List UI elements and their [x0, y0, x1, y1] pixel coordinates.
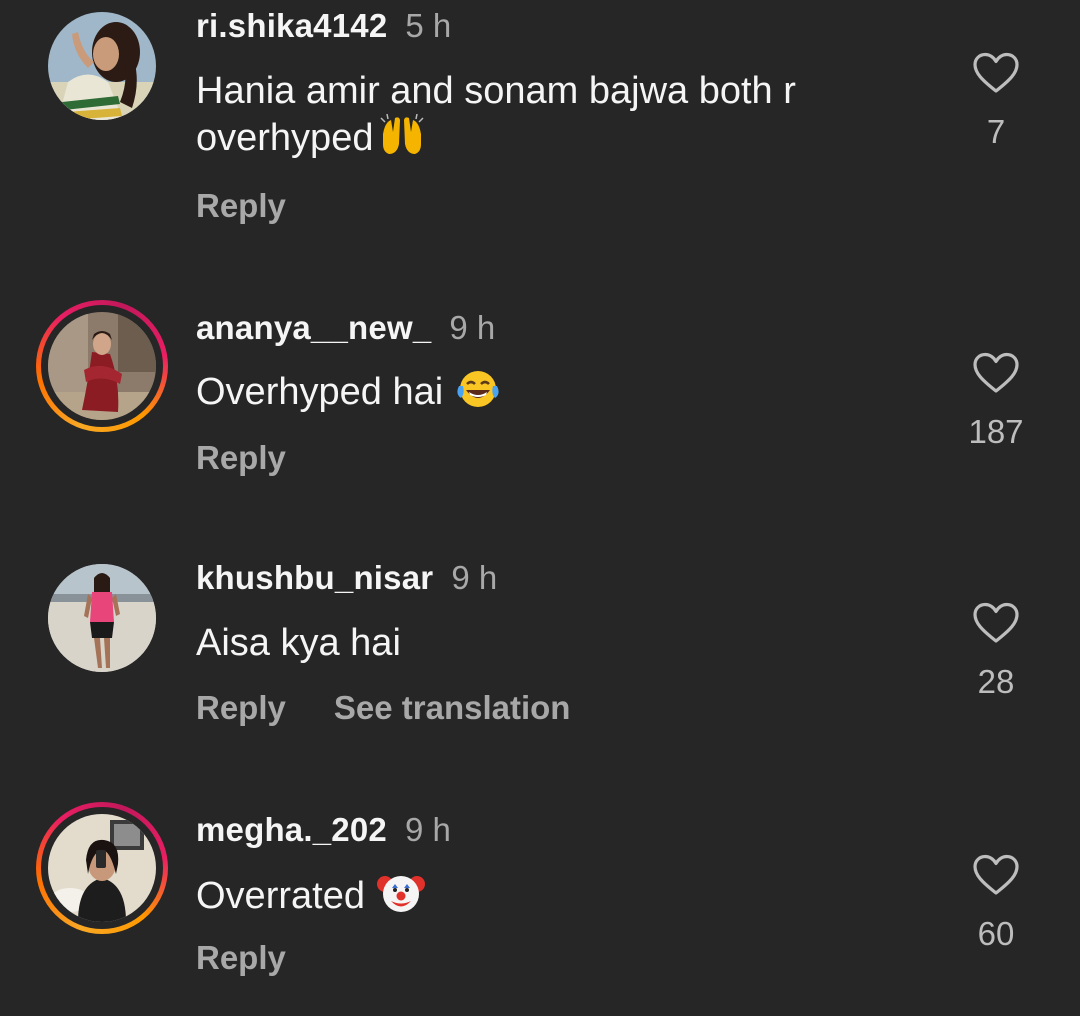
comment-body: Overhyped hai: [196, 371, 444, 413]
avatar[interactable]: [48, 564, 156, 672]
avatar-photo: [48, 564, 156, 672]
heart-outline-icon: [973, 854, 1019, 895]
avatar[interactable]: [36, 802, 168, 934]
heart-outline-icon: [973, 352, 1019, 393]
comment-text: Overrated: [196, 870, 916, 925]
comment-actions: Reply See translation: [196, 688, 570, 728]
heart-outline-icon: [973, 602, 1019, 643]
comment-body: Aisa kya hai: [196, 622, 401, 664]
comment-body: Hania amir and sonam bajwa both r overhy…: [196, 70, 796, 159]
like-button[interactable]: 7: [956, 52, 1036, 152]
comment-actions: Reply: [196, 438, 286, 478]
timestamp: 9 h: [451, 559, 498, 596]
avatar-photo: [48, 12, 156, 120]
raised-hands-icon: [379, 113, 425, 167]
avatar[interactable]: [48, 12, 156, 120]
comment-body: Overrated: [196, 875, 365, 917]
reply-button[interactable]: Reply: [196, 187, 286, 224]
comment-header: khushbu_nisar 9 h: [196, 558, 497, 598]
comment-item: khushbu_nisar 9 h Aisa kya hai Reply See t…: [0, 504, 1080, 754]
comment-header: ri.shika4142 5 h: [196, 6, 451, 46]
comment-text: Aisa kya hai: [196, 620, 916, 666]
like-count: 60: [977, 915, 1015, 952]
story-ring: [41, 807, 163, 929]
username[interactable]: khushbu_nisar: [196, 559, 433, 596]
comment-item: ri.shika4142 5 h Hania amir and sonam baj…: [0, 0, 1080, 250]
like-count: 28: [977, 663, 1015, 700]
username[interactable]: ananya__new_: [196, 309, 431, 346]
clown-face-icon: [376, 870, 425, 925]
username[interactable]: ri.shika4142: [196, 7, 387, 44]
see-translation-button[interactable]: See translation: [334, 689, 571, 726]
like-count: 187: [968, 413, 1024, 450]
like-button[interactable]: 60: [956, 854, 1036, 954]
reply-button[interactable]: Reply: [196, 939, 286, 976]
comment-text: Hania amir and sonam bajwa both r overhy…: [196, 68, 916, 167]
avatar-photo: [48, 312, 156, 420]
timestamp: 5 h: [405, 7, 452, 44]
timestamp: 9 h: [404, 811, 451, 848]
reply-button[interactable]: Reply: [196, 689, 286, 726]
story-ring: [41, 305, 163, 427]
comments-list: ri.shika4142 5 h Hania amir and sonam baj…: [0, 0, 1080, 1016]
reply-button[interactable]: Reply: [196, 439, 286, 476]
comment-actions: Reply: [196, 938, 286, 978]
comment-header: megha._202 9 h: [196, 810, 451, 850]
like-count: 7: [986, 113, 1006, 150]
timestamp: 9 h: [449, 309, 496, 346]
comment-item: ananya__new_ 9 h Overhyped hai Reply 187: [0, 252, 1080, 502]
username[interactable]: megha._202: [196, 811, 387, 848]
like-button[interactable]: 187: [956, 352, 1036, 452]
comment-item: megha._202 9 h Overrated Reply 60: [0, 756, 1080, 1006]
comment-actions: Reply: [196, 186, 286, 226]
like-button[interactable]: 28: [956, 602, 1036, 702]
comment-text: Overhyped hai: [196, 368, 916, 421]
avatar-photo: [48, 814, 156, 922]
tears-of-joy-icon: [455, 368, 501, 421]
heart-outline-icon: [973, 52, 1019, 93]
comment-header: ananya__new_ 9 h: [196, 308, 495, 348]
avatar[interactable]: [36, 300, 168, 432]
